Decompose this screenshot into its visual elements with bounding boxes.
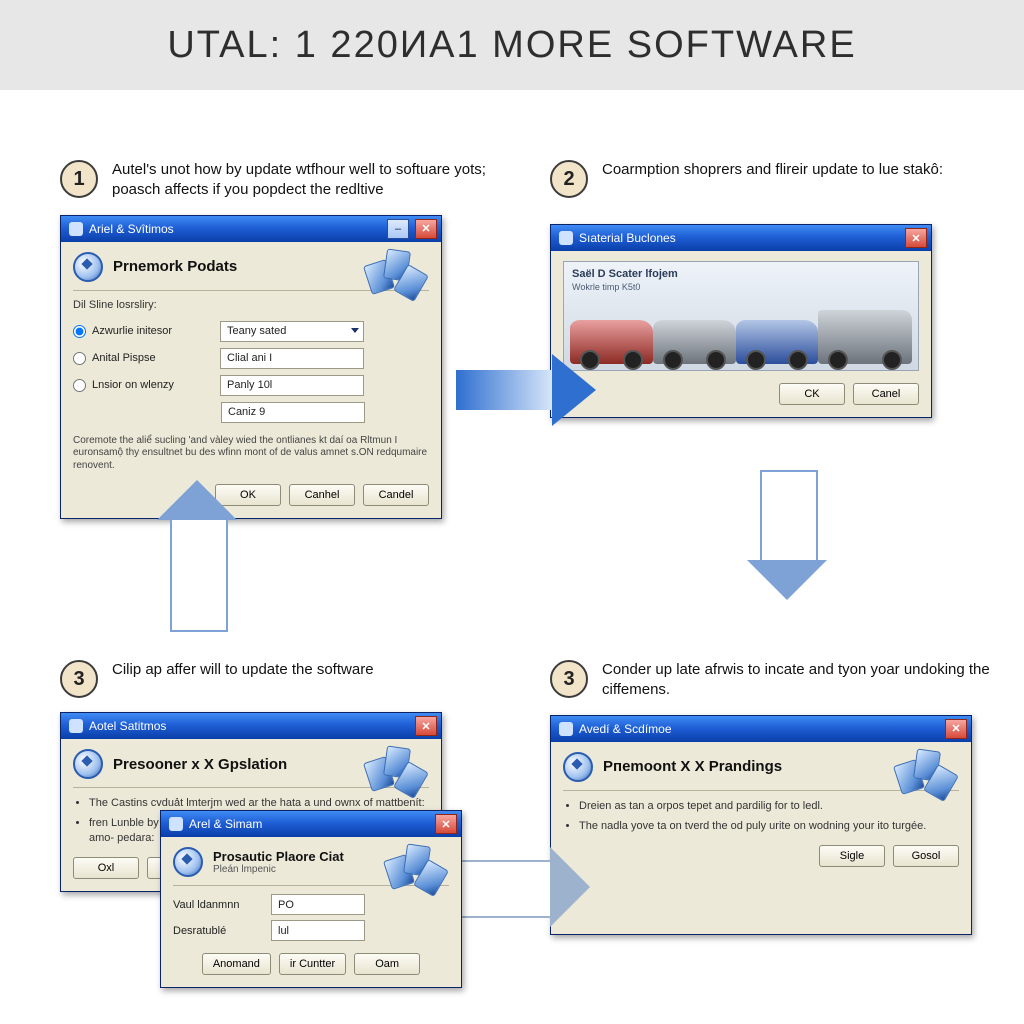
app-icon bbox=[69, 222, 83, 236]
arrow-down-icon bbox=[760, 470, 814, 562]
close-button[interactable]: ✕ bbox=[945, 719, 967, 739]
logo-icon bbox=[73, 252, 103, 282]
dialog-plaore-ciat: Arel & Simam ✕ Prosautic Plaore Ciat Ple… bbox=[160, 810, 462, 988]
text-field[interactable]: lul bbox=[271, 920, 365, 941]
window-title: Ariel & Svîtimos bbox=[89, 222, 174, 236]
dialog-buclones: Sıaterial Buclones ✕ Saël D Scater lfoje… bbox=[550, 224, 932, 418]
fineprint: Coremote the aliể sucling 'and vàley wie… bbox=[73, 435, 429, 473]
diagram-stage: 1 Autel's unot how by update wtfhour wel… bbox=[0, 90, 1024, 1024]
option-label: Lnsior on wlenzy bbox=[92, 379, 214, 391]
window-title: Arel & Simam bbox=[189, 817, 262, 831]
step-4: 3 Conder up late afrwis to incate and ty… bbox=[550, 660, 990, 935]
car-icon bbox=[653, 320, 736, 364]
option-label: Аzwurlie initesor bbox=[92, 325, 214, 337]
step-1: 1 Autel's unot how by update wtfhour wel… bbox=[60, 160, 500, 519]
right-button[interactable]: Oam bbox=[354, 953, 420, 975]
radio-option[interactable]: Anital Pispse Clial ani I bbox=[73, 348, 429, 369]
radio-input[interactable] bbox=[73, 379, 86, 392]
radio-option[interactable]: Аzwurlie initesor Teany sated bbox=[73, 321, 429, 342]
close-button[interactable]: ✕ bbox=[905, 228, 927, 248]
step-caption: Conder up late afrwis to incate and tyon… bbox=[602, 660, 990, 701]
car-icon bbox=[736, 320, 819, 364]
window-title: Avedí & Scdímoe bbox=[579, 722, 672, 736]
radio-input[interactable] bbox=[73, 325, 86, 338]
step-badge: 3 bbox=[60, 660, 98, 698]
step-caption: Cilip ap affer will to update the softwa… bbox=[112, 660, 374, 680]
close-button[interactable]: ✕ bbox=[415, 716, 437, 736]
text-field[interactable]: Clial ani I bbox=[220, 348, 364, 369]
crystal-icon bbox=[381, 845, 451, 899]
close-button[interactable]: ✕ bbox=[435, 814, 457, 834]
bullet-item: The nadla yove ta on tverd the od puly u… bbox=[579, 819, 959, 833]
page-title: UTAL: 1 220ИA1 MОRE SOFTWARE bbox=[167, 24, 856, 67]
dialog-heading: Pпemoont X X Prandings bbox=[603, 758, 782, 775]
dialog-premork: Ariel & Svîtimos – ✕ Prnemork Podats Dil… bbox=[60, 215, 442, 520]
dialog-heading: Prosautic Plaore Ciat bbox=[213, 849, 344, 864]
titlebar[interactable]: Aotel Satitmos ✕ bbox=[61, 713, 441, 739]
dialog-prandings: Avedí & Scdímoe ✕ Pпemoont X X Prandings… bbox=[550, 715, 972, 935]
step-2: 2 Coarmption shoprers and flireir update… bbox=[550, 160, 990, 418]
step-badge: 1 bbox=[60, 160, 98, 198]
crystal-icon bbox=[891, 750, 961, 804]
truck-icon bbox=[818, 310, 912, 364]
logo-icon bbox=[173, 847, 203, 877]
vehicle-banner: Saël D Scater lfojem Wokrle timp K5t0 bbox=[563, 261, 919, 371]
field-label: Desratublé bbox=[173, 925, 263, 937]
titlebar[interactable]: Avedí & Scdímoe ✕ bbox=[551, 716, 971, 742]
arrow-up-icon bbox=[170, 520, 224, 632]
step-badge: 3 bbox=[550, 660, 588, 698]
dialog-heading: Presooner x X Gpslation bbox=[113, 756, 287, 773]
titlebar[interactable]: Ariel & Svîtimos – ✕ bbox=[61, 216, 441, 242]
dialog-plaore-ciat-wrap: Arel & Simam ✕ Prosautic Plaore Ciat Ple… bbox=[160, 810, 462, 988]
window-title: Sıaterial Buclones bbox=[579, 231, 676, 245]
dialog-subheading: Pleán lmpenic bbox=[213, 864, 344, 875]
header-band: UTAL: 1 220ИA1 MОRE SOFTWARE bbox=[0, 0, 1024, 90]
crystal-icon bbox=[361, 250, 431, 304]
mid-button[interactable]: Canhel bbox=[289, 484, 355, 506]
titlebar[interactable]: Arel & Simam ✕ bbox=[161, 811, 461, 837]
app-icon bbox=[559, 722, 573, 736]
crystal-icon bbox=[361, 747, 431, 801]
ok-button[interactable]: Oxl bbox=[73, 857, 139, 879]
app-icon bbox=[559, 231, 573, 245]
left-button[interactable]: Anomand bbox=[202, 953, 271, 975]
bullet-list: Dreien as tan a orpos tepet and pardilig… bbox=[563, 799, 959, 834]
step-caption: Autel's unot how by update wtfhour well … bbox=[112, 160, 500, 201]
text-field[interactable]: Caniz 9 bbox=[221, 402, 365, 423]
dialog-heading: Prnemork Podats bbox=[113, 258, 237, 275]
titlebar[interactable]: Sıaterial Buclones ✕ bbox=[551, 225, 931, 251]
cancel-button[interactable]: Canel bbox=[853, 383, 919, 405]
app-icon bbox=[69, 719, 83, 733]
form-row: Desratublé lul bbox=[173, 920, 449, 941]
text-field[interactable]: PO bbox=[271, 894, 365, 915]
app-icon bbox=[169, 817, 183, 831]
step-badge: 2 bbox=[550, 160, 588, 198]
minimize-button[interactable]: – bbox=[387, 219, 409, 239]
radio-option[interactable]: Lnsior on wlenzy Panly 10l bbox=[73, 375, 429, 396]
window-title: Aotel Satitmos bbox=[89, 719, 166, 733]
arrow-right-icon bbox=[456, 370, 552, 410]
radio-input[interactable] bbox=[73, 352, 86, 365]
mid-button[interactable]: ir Cuntter bbox=[279, 953, 346, 975]
combo-field[interactable]: Teany sated bbox=[220, 321, 364, 342]
banner-subtitle: Wokrle timp K5t0 bbox=[572, 282, 640, 292]
text-field[interactable]: Panly 10l bbox=[220, 375, 364, 396]
right-button[interactable]: Gosol bbox=[893, 845, 959, 867]
cancel-button[interactable]: Candel bbox=[363, 484, 429, 506]
field-label: Vaul ldanmnn bbox=[173, 899, 263, 911]
arrow-right-icon bbox=[460, 860, 552, 914]
close-button[interactable]: ✕ bbox=[415, 219, 437, 239]
step-caption: Coarmption shoprers and flireir update t… bbox=[602, 160, 943, 180]
left-button[interactable]: Sigle bbox=[819, 845, 885, 867]
logo-icon bbox=[73, 749, 103, 779]
banner-title: Saël D Scater lfojem bbox=[572, 268, 678, 280]
option-label: Anital Pispse bbox=[92, 352, 214, 364]
logo-icon bbox=[563, 752, 593, 782]
ok-button[interactable]: CK bbox=[779, 383, 845, 405]
